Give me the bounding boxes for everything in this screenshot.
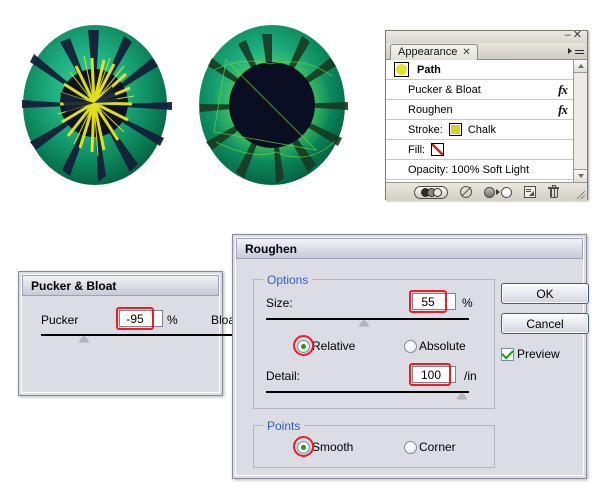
appearance-row-label: Pucker & Bloat [408, 83, 481, 96]
radio-smooth[interactable]: Smooth [293, 436, 354, 457]
chevron-right-icon [568, 48, 572, 54]
options-group: Options Size: 55 % Relative Absolute Det… [253, 273, 495, 409]
appearance-row-stroke[interactable]: Stroke: Chalk [386, 120, 574, 140]
stroke-color-swatch[interactable] [448, 123, 462, 136]
appearance-row-list: Path Pucker & Bloat fx Roughen fx Stroke… [386, 60, 574, 182]
scroll-up-button[interactable] [574, 60, 587, 73]
panel-tab-row: Appearance ✕ [386, 43, 587, 60]
appearance-row-label: Stroke: [408, 123, 443, 136]
roughen-dialog[interactable]: Roughen Options Size: 55 % Relative Abso… [232, 234, 589, 479]
chevron-down-icon [577, 174, 584, 178]
clear-appearance-icon[interactable] [460, 186, 472, 198]
preview-checkbox[interactable] [501, 347, 514, 361]
panel-window-buttons[interactable]: –✕ [565, 30, 584, 41]
pucker-unit: % [167, 313, 178, 327]
appearance-row-path[interactable]: Path [386, 60, 574, 80]
preview-label: Preview [517, 347, 560, 361]
pucker-value-field[interactable]: -95 [119, 310, 163, 327]
preview-checkbox-row[interactable]: Preview [501, 347, 560, 361]
detail-value: 100 [420, 367, 442, 382]
size-value-field[interactable]: 55 [412, 293, 456, 310]
appearance-row-pucker-bloat[interactable]: Pucker & Bloat fx [386, 80, 574, 100]
stroke-value: Chalk [467, 123, 496, 136]
radio-absolute[interactable]: Absolute [404, 339, 466, 353]
appearance-row-opacity[interactable]: Opacity: 100% Soft Light [386, 160, 574, 180]
tab-appearance[interactable]: Appearance ✕ [390, 44, 478, 60]
panel-body: Path Pucker & Bloat fx Roughen fx Stroke… [386, 60, 587, 183]
radio-smooth-button[interactable] [297, 440, 310, 454]
appearance-panel[interactable]: –✕ Appearance ✕ Path Pucker & Bloat fx R… [385, 30, 588, 201]
radio-corner-button[interactable] [404, 440, 417, 454]
size-label: Size: [266, 296, 293, 310]
minimize-icon[interactable]: – [565, 29, 573, 41]
size-value: 55 [421, 294, 435, 309]
options-group-title: Options [263, 273, 313, 287]
pucker-bloat-dialog-title: Pucker & Bloat [22, 275, 219, 296]
fx-icon[interactable]: fx [558, 102, 568, 118]
eye-illustration-roughen [199, 25, 348, 185]
tab-label: Appearance [398, 46, 458, 58]
roughen-dialog-title: Roughen [236, 238, 583, 259]
appearance-row-label: Path [417, 63, 441, 76]
points-group-title: Points [263, 419, 305, 433]
radio-relative[interactable]: Relative [293, 335, 356, 356]
ok-button[interactable]: OK [501, 283, 589, 304]
detail-value-field[interactable]: 100 [412, 366, 456, 383]
radio-absolute-label: Absolute [419, 339, 466, 353]
fill-none-swatch[interactable] [431, 143, 445, 156]
appearance-row-fill[interactable]: Fill: [386, 140, 574, 160]
appearance-row-label: Fill: [408, 143, 426, 156]
detail-unit: /in [464, 369, 477, 383]
radio-corner-label: Corner [419, 440, 456, 454]
appearance-row-label: Opacity: 100% Soft Light [408, 163, 530, 176]
detail-slider-thumb[interactable] [457, 393, 467, 399]
delete-item-icon[interactable] [548, 185, 559, 198]
duplicate-item-icon[interactable] [524, 186, 536, 198]
visibility-toggle-icon[interactable] [414, 185, 448, 199]
reduce-to-basic-appearance-icon[interactable] [484, 186, 512, 198]
appearance-row-roughen[interactable]: Roughen fx [386, 100, 574, 120]
pucker-bloat-dialog[interactable]: Pucker & Bloat Pucker -95 % Bloat [18, 271, 251, 396]
panel-menu-icon[interactable] [568, 45, 584, 57]
size-slider-thumb[interactable] [359, 320, 369, 326]
fx-icon[interactable]: fx [558, 82, 568, 98]
tab-close-icon[interactable]: ✕ [462, 45, 470, 60]
points-group: Points Smooth Corner [253, 419, 495, 468]
detail-label: Detail: [266, 369, 301, 383]
radio-relative-button[interactable] [297, 339, 310, 353]
path-thumbnail-icon [394, 62, 409, 77]
panel-titlebar[interactable]: –✕ [386, 30, 587, 43]
radio-absolute-button[interactable] [404, 339, 417, 353]
pucker-slider-thumb[interactable] [79, 336, 89, 342]
detail-slider-track[interactable] [266, 391, 469, 393]
pucker-slider-track[interactable] [41, 334, 251, 336]
panel-resize-grip[interactable] [577, 191, 585, 199]
eye-illustration-pucker-bloat [22, 25, 172, 185]
close-icon[interactable]: ✕ [573, 29, 584, 41]
pucker-value: -95 [126, 311, 144, 326]
panel-footer-toolbar[interactable] [386, 183, 587, 201]
panel-vertical-scrollbar[interactable] [573, 60, 587, 182]
radio-relative-label: Relative [312, 339, 356, 353]
appearance-row-label: Roughen [408, 103, 453, 116]
pucker-label: Pucker [41, 313, 79, 327]
artwork-area [22, 25, 348, 185]
radio-corner[interactable]: Corner [404, 440, 456, 454]
size-unit: % [462, 296, 473, 310]
chevron-up-icon [577, 64, 584, 68]
scroll-down-button[interactable] [574, 169, 587, 182]
radio-smooth-label: Smooth [312, 440, 354, 454]
cancel-button[interactable]: Cancel [501, 313, 589, 334]
